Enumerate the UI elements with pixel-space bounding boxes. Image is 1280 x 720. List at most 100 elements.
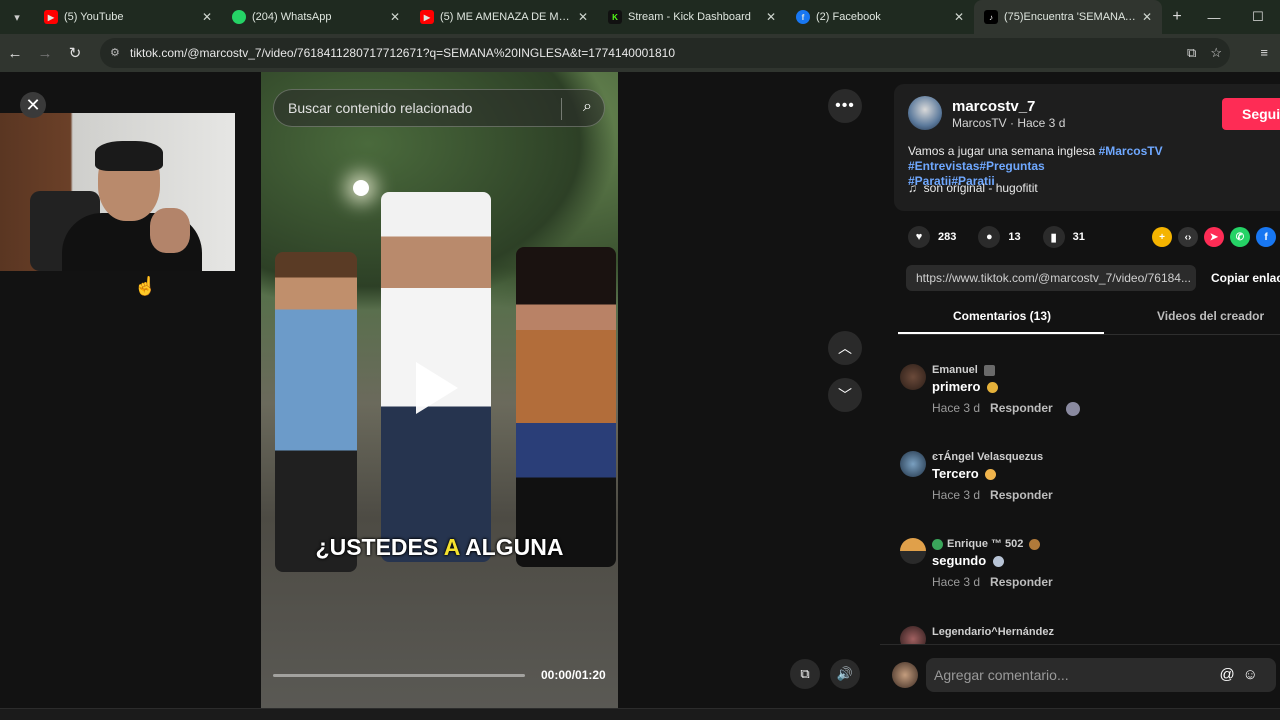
tab-whatsapp[interactable]: (204) WhatsApp ✕ xyxy=(222,0,410,34)
whatsapp-icon xyxy=(232,10,246,24)
comment-username[interactable]: єтÁngel Velasquezus xyxy=(932,451,1043,463)
comment-username[interactable]: Emanuel xyxy=(932,364,995,376)
tab-comments[interactable]: Comentarios (13) xyxy=(953,309,1051,323)
related-search-input[interactable]: Buscar contenido relacionado ⌕ xyxy=(273,89,605,127)
face-emoji-icon xyxy=(1029,538,1041,550)
author-subtitle: MarcosTV · Hace 3 d xyxy=(952,116,1066,130)
play-icon[interactable] xyxy=(416,362,458,414)
tab-kick[interactable]: K Stream - Kick Dashboard ✕ xyxy=(598,0,786,34)
share-link-field[interactable]: https://www.tiktok.com/@marcostv_7/video… xyxy=(906,265,1196,291)
tab-facebook[interactable]: f (2) Facebook ✕ xyxy=(786,0,974,34)
comment-time: Hace 3 d xyxy=(932,488,981,502)
comment-username[interactable]: Legendario^Hernández xyxy=(932,626,1054,638)
comment-meta: Hace 3 d Responder xyxy=(932,488,1053,502)
volume-icon: 🔊 xyxy=(836,666,854,681)
new-tab-button[interactable]: + xyxy=(1162,8,1192,26)
share-buttons: + ‹› ➤ ✆ f xyxy=(1152,227,1276,247)
video-progress-bar[interactable] xyxy=(273,674,525,677)
url-text: tiktok.com/@marcostv_7/video/76184112807… xyxy=(130,46,675,60)
comment-time: Hace 3 d xyxy=(932,575,981,589)
facebook-share-icon[interactable]: f xyxy=(1256,227,1276,247)
webcam-person-hand xyxy=(150,208,190,253)
mouse-cursor-icon: ☝ xyxy=(134,276,157,296)
sound-title: son original - hugofitit xyxy=(923,181,1038,195)
my-avatar xyxy=(892,662,918,688)
emoji-icon[interactable]: ☺ xyxy=(1243,666,1266,683)
flag-emoji-icon xyxy=(983,364,995,376)
browser-tab-bar: ▾ ▶ (5) YouTube ✕ (204) WhatsApp ✕ ▶ (5)… xyxy=(0,0,1280,34)
comment-avatar[interactable] xyxy=(900,538,926,564)
tab-tiktok[interactable]: ♪ (75)Encuentra 'SEMANA INGLESA' ✕ xyxy=(974,0,1162,34)
tab-search-button[interactable]: ▾ xyxy=(0,0,34,34)
comment-avatar[interactable] xyxy=(900,364,926,390)
comment-meta: Hace 3 d Responder xyxy=(932,401,1081,416)
floating-player-button[interactable]: ⧉ xyxy=(790,659,820,689)
volume-button[interactable]: 🔊 xyxy=(830,659,860,689)
video-player[interactable]: Buscar contenido relacionado ⌕ ¿USTEDES … xyxy=(261,72,618,709)
back-icon[interactable]: ← xyxy=(0,45,30,62)
bookmark-icon[interactable]: ▮ xyxy=(1042,226,1065,248)
url-field[interactable]: ⚙ tiktok.com/@marcostv_7/video/761841128… xyxy=(100,38,1230,68)
comment-username[interactable]: Enrique ™ 502 xyxy=(932,538,1041,550)
comment-bubble-icon[interactable]: ● xyxy=(978,226,1001,248)
maximize-icon[interactable]: ☐ xyxy=(1236,9,1280,25)
tab-close-icon[interactable]: ✕ xyxy=(578,10,588,24)
bookmark-star-icon[interactable]: ☆ xyxy=(1210,45,1222,61)
comment-avatar[interactable] xyxy=(900,451,926,477)
more-options-button[interactable]: ••• xyxy=(828,89,862,123)
tab-close-icon[interactable]: ✕ xyxy=(1142,10,1152,24)
media-controls-icon[interactable]: ≡ xyxy=(1260,45,1268,60)
caption-highlight: A xyxy=(443,534,460,560)
window-controls: — ☐ xyxy=(1192,0,1280,34)
webcam-overlay xyxy=(0,113,235,271)
clover-emoji-icon xyxy=(932,538,943,550)
tab-title: Stream - Kick Dashboard xyxy=(628,11,751,23)
follow-button[interactable]: Seguir xyxy=(1222,98,1280,130)
hashtag-link[interactable]: #Entrevistas xyxy=(908,159,979,173)
send-to-friends-icon[interactable]: ➤ xyxy=(1204,227,1224,247)
caption-end: ALGUNA xyxy=(459,534,564,560)
tab-close-icon[interactable]: ✕ xyxy=(390,10,400,24)
copy-link-button[interactable]: Copiar enlace xyxy=(1211,271,1280,285)
tab-creator-videos[interactable]: Videos del creador xyxy=(1157,309,1264,323)
comment-text: primero xyxy=(932,379,999,394)
reply-button[interactable]: Responder xyxy=(990,488,1053,502)
comment-username-text: Enrique ™ 502 xyxy=(947,538,1024,550)
like-count: 283 xyxy=(938,231,957,243)
search-icon[interactable]: ⌕ xyxy=(583,98,592,116)
os-taskbar xyxy=(0,708,1280,720)
next-video-button[interactable]: ﹀ xyxy=(828,378,862,412)
minimize-icon[interactable]: — xyxy=(1192,10,1236,25)
sound-link[interactable]: ♫ son original - hugofitit xyxy=(908,181,1038,195)
laughing-emoji-icon xyxy=(985,469,997,481)
reload-icon[interactable]: ↻ xyxy=(60,44,90,62)
previous-video-button[interactable]: ︿ xyxy=(828,331,862,365)
add-comment-input[interactable]: Agregar comentario... @☺ xyxy=(926,658,1276,692)
active-tab-indicator xyxy=(898,332,1104,334)
reply-button[interactable]: Responder xyxy=(990,575,1053,589)
panel-tabs: Comentarios (13) Videos del creador xyxy=(898,305,1280,335)
author-avatar[interactable] xyxy=(908,96,942,130)
reply-button[interactable]: Responder xyxy=(990,401,1053,415)
author-username[interactable]: marcostv_7 xyxy=(952,98,1035,115)
hashtag-link[interactable]: #MarcosTV xyxy=(1099,144,1163,158)
tab-close-icon[interactable]: ✕ xyxy=(202,10,212,24)
forward-icon[interactable]: → xyxy=(30,45,60,62)
like-heart-icon[interactable]: ♥ xyxy=(908,226,930,248)
site-info-icon[interactable]: ⚙ xyxy=(110,46,124,60)
mention-icon[interactable]: @ xyxy=(1219,666,1242,683)
tab-close-icon[interactable]: ✕ xyxy=(766,10,776,24)
embed-code-icon[interactable]: ‹› xyxy=(1178,227,1198,247)
share-coin-icon[interactable]: + xyxy=(1152,227,1172,247)
webcam-person-hair xyxy=(95,141,163,171)
tab-youtube[interactable]: ▶ (5) YouTube ✕ xyxy=(34,0,222,34)
facebook-icon: f xyxy=(796,10,810,24)
tab-close-icon[interactable]: ✕ xyxy=(954,10,964,24)
youtube-icon: ▶ xyxy=(44,10,58,24)
whatsapp-share-icon[interactable]: ✆ xyxy=(1230,227,1250,247)
hashtag-link[interactable]: #Preguntas xyxy=(979,159,1044,173)
tab-youtube-video[interactable]: ▶ (5) ME AMENAZA DE MU3RT ✕ xyxy=(410,0,598,34)
comment-time: Hace 3 d xyxy=(932,401,981,415)
install-app-icon[interactable]: ⧉ xyxy=(1187,45,1196,61)
close-video-button[interactable]: ✕ xyxy=(20,92,46,118)
